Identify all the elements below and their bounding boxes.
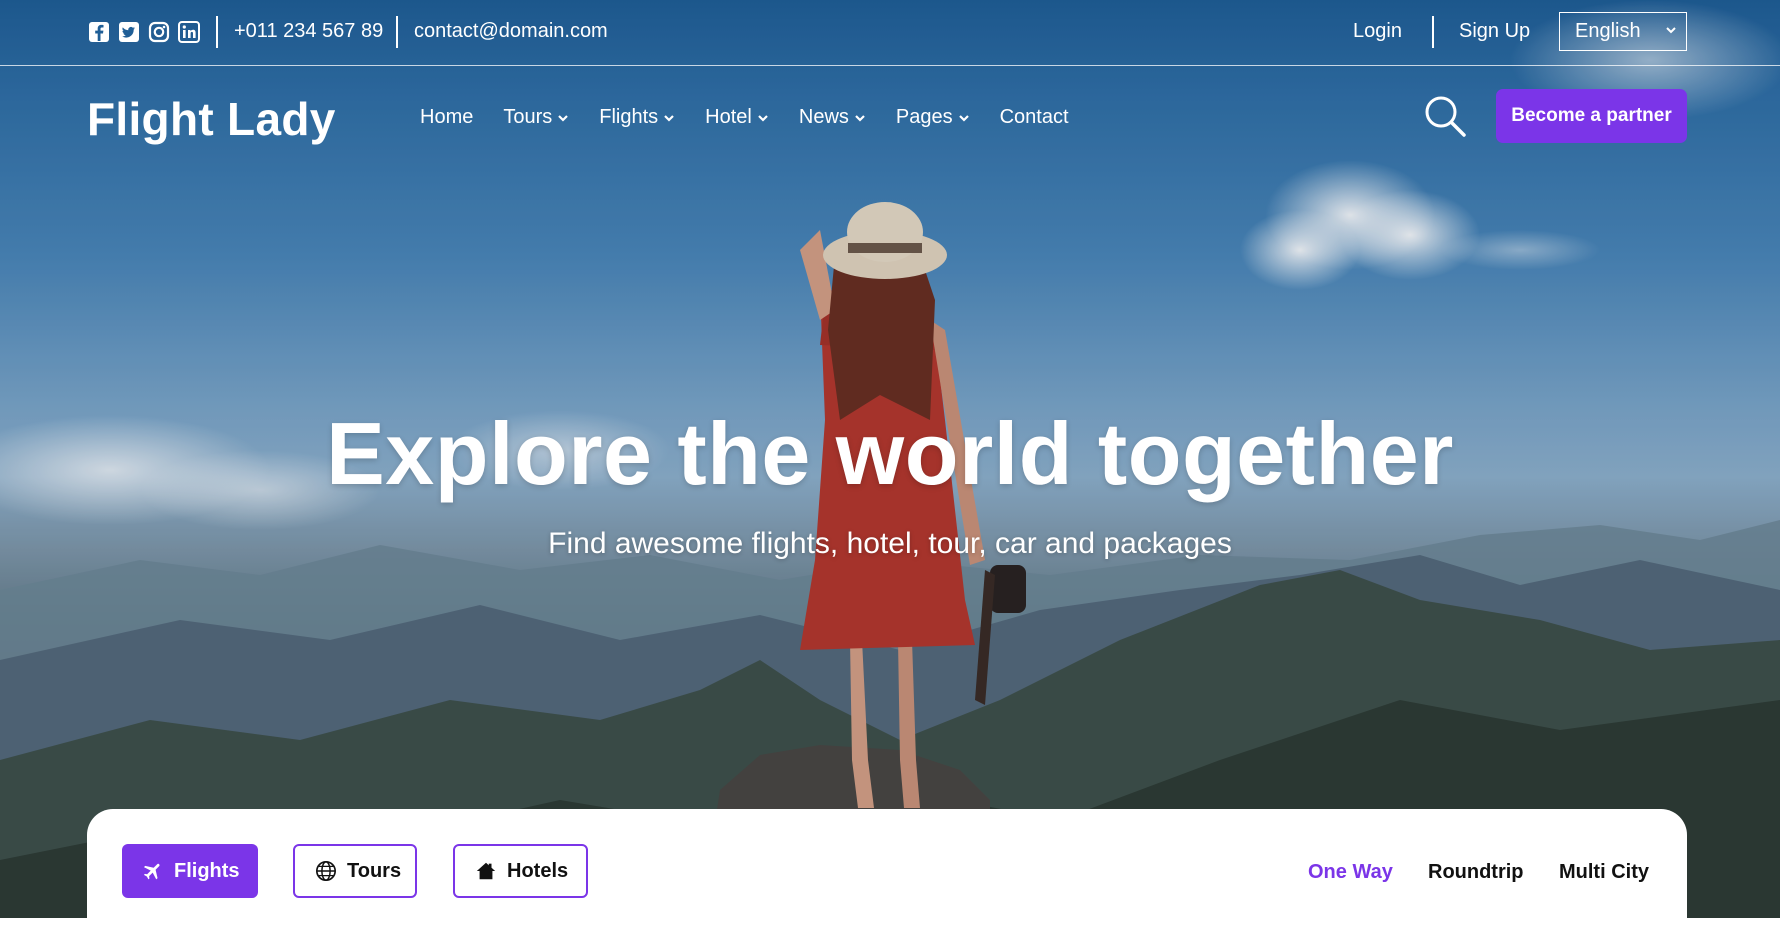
nav-label: Hotel [705,106,752,128]
home-icon [476,862,496,880]
nav-label: Contact [999,106,1069,128]
top-bar: +011 234 567 89 contact@domain.com Login… [0,0,1780,66]
divider [1432,16,1434,48]
trip-one-way[interactable]: One Way [1308,861,1393,884]
phone-number[interactable]: +011 234 567 89 [234,20,383,43]
nav-label: Pages [895,106,953,128]
nav-item-tours[interactable]: Tours [503,106,569,129]
search-icon[interactable] [1423,94,1467,138]
tab-label: Flights [174,859,240,882]
facebook-icon[interactable] [87,20,110,43]
hero-subtitle: Find awesome flights, hotel, tour, car a… [548,527,1232,560]
plane-icon [143,863,160,880]
tab-tours[interactable]: Tours [293,844,417,898]
nav-item-flights[interactable]: Flights [599,106,675,129]
chevron-down-icon [758,115,768,122]
language-value: English [1575,20,1641,42]
linkedin-icon[interactable] [177,20,200,43]
tab-label: Hotels [507,859,569,882]
chevron-down-icon [958,115,969,122]
brand-logo[interactable]: Flight Lady [87,92,336,146]
nav-label: Tours [503,106,553,128]
become-partner-button[interactable]: Become a partner [1496,89,1687,143]
nav-label: News [798,106,849,128]
language-select[interactable]: English [1559,12,1687,51]
instagram-icon[interactable] [147,20,170,43]
nav-item-hotel[interactable]: Hotel [705,106,769,129]
nav-label: Home [420,106,474,128]
chevron-down-icon [855,115,865,122]
globe-icon [316,861,336,881]
email-address[interactable]: contact@domain.com [414,20,608,43]
tab-hotels[interactable]: Hotels [453,844,588,898]
nav-item-pages[interactable]: Pages [896,106,970,129]
hero-title: Explore the world together [326,404,1454,503]
signup-link[interactable]: Sign Up [1459,20,1530,43]
login-link[interactable]: Login [1353,20,1402,43]
trip-roundtrip[interactable]: Roundtrip [1428,861,1524,884]
nav-item-news[interactable]: News [799,106,866,129]
trip-multi-city[interactable]: Multi City [1559,861,1649,884]
chevron-down-icon [558,115,569,122]
nav-item-home[interactable]: Home [420,106,473,129]
divider [396,16,398,48]
nav-item-contact[interactable]: Contact [1000,106,1069,129]
tab-flights[interactable]: Flights [122,844,258,898]
tab-label: Tours [347,859,402,882]
divider [216,16,218,48]
search-panel: Flights Tours Hotels One Way Roundtrip M… [87,809,1687,949]
twitter-icon[interactable] [117,20,140,43]
main-nav: Home Tours Flights Hotel News Pages Cont… [420,106,1099,129]
social-links [87,20,200,43]
nav-label: Flights [599,106,659,128]
chevron-down-icon [664,115,674,122]
chevron-down-icon [1666,27,1676,34]
